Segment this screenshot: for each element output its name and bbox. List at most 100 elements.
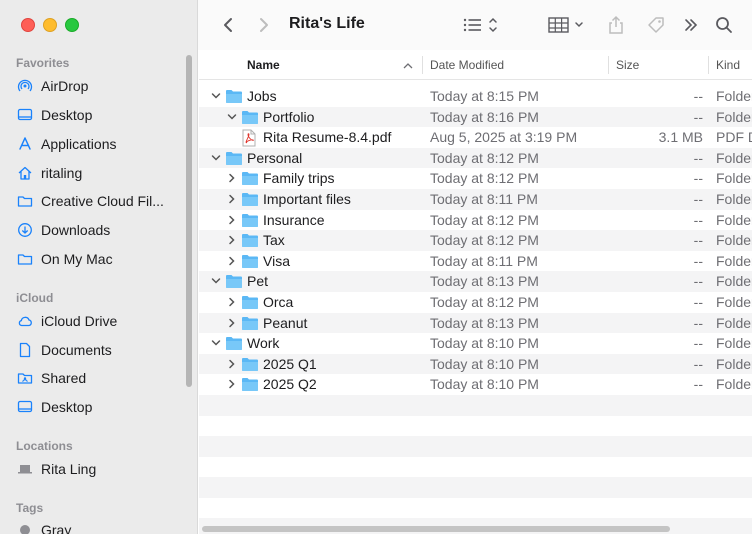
share-button[interactable] [605, 12, 627, 38]
file-kind: Folder [716, 211, 752, 228]
file-row[interactable]: Jobs Today at 8:15 PM -- Folder [199, 86, 752, 107]
zoom-window-button[interactable] [65, 18, 79, 32]
column-divider[interactable] [708, 56, 709, 74]
disclosure-open-icon[interactable] [227, 110, 237, 124]
minimize-window-button[interactable] [43, 18, 57, 32]
date-modified: Today at 8:12 PM [430, 232, 539, 249]
view-options-button[interactable] [462, 12, 502, 38]
desktop-icon [17, 107, 33, 123]
file-row[interactable]: 2025 Q2 Today at 8:10 PM -- Folder [199, 374, 752, 395]
column-divider[interactable] [422, 56, 423, 74]
finder-window: Favorites AirDrop Desktop Applications r… [0, 0, 752, 534]
folder-icon [241, 253, 259, 272]
sidebar-item-label: AirDrop [41, 78, 89, 94]
sidebar-item-icloud-desktop[interactable]: Desktop [17, 394, 187, 420]
sidebar-item-label: Creative Cloud Fil... [41, 193, 164, 209]
file-row[interactable]: Family trips Today at 8:12 PM -- Folder [199, 168, 752, 189]
search-button[interactable] [713, 12, 735, 38]
file-row[interactable]: Personal Today at 8:12 PM -- Folder [199, 147, 752, 169]
disclosure-open-icon[interactable] [211, 89, 221, 103]
file-row[interactable]: Portfolio Today at 8:16 PM -- Folder [199, 106, 752, 128]
disclosure-closed-icon[interactable] [227, 357, 237, 371]
date-modified: Today at 8:16 PM [430, 108, 539, 125]
file-name: Portfolio [263, 108, 315, 125]
file-row[interactable]: Orca Today at 8:12 PM -- Folder [199, 292, 752, 313]
group-button[interactable] [547, 12, 587, 38]
sidebar-item-airdrop[interactable]: AirDrop [17, 73, 187, 99]
column-name-header[interactable]: Name [247, 58, 280, 72]
file-kind: Folder [716, 252, 752, 269]
file-row[interactable]: 2025 Q1 Today at 8:10 PM -- Folder [199, 353, 752, 375]
file-name: Visa [263, 252, 290, 269]
more-toolbar-items-button[interactable] [682, 12, 700, 38]
file-name: 2025 Q1 [263, 355, 317, 372]
folder-icon [241, 315, 259, 334]
disclosure-open-icon[interactable] [211, 151, 221, 165]
sidebar-item-applications[interactable]: Applications [17, 131, 187, 157]
sidebar-scrollbar[interactable] [186, 55, 192, 387]
sidebar: Favorites AirDrop Desktop Applications r… [0, 0, 198, 534]
grid-group-icon [548, 17, 583, 33]
file-row[interactable]: Pet Today at 8:13 PM -- Folder [199, 271, 752, 292]
sidebar-item-desktop[interactable]: Desktop [17, 102, 187, 128]
disclosure-closed-icon[interactable] [227, 295, 237, 309]
file-name: Orca [263, 293, 294, 310]
column-date-header[interactable]: Date Modified [430, 58, 504, 72]
close-window-button[interactable] [21, 18, 35, 32]
file-kind: Folder [716, 335, 752, 352]
file-row[interactable]: Work Today at 8:10 PM -- Folder [199, 333, 752, 354]
sidebar-item-rita-ling[interactable]: Rita Ling [17, 456, 187, 482]
column-divider[interactable] [608, 56, 609, 74]
sidebar-item-downloads[interactable]: Downloads [17, 217, 187, 243]
disclosure-open-icon[interactable] [211, 274, 221, 288]
file-kind: Folder [716, 293, 752, 310]
disclosure-closed-icon[interactable] [227, 377, 237, 391]
folder-icon [241, 294, 259, 313]
sidebar-item-ritaling[interactable]: ritaling [17, 160, 187, 186]
sidebar-item-on-my-mac[interactable]: On My Mac [17, 246, 187, 272]
sidebar-item-label: Downloads [41, 222, 111, 238]
file-size: -- [693, 273, 703, 290]
sidebar-item-documents[interactable]: Documents [17, 337, 187, 363]
forward-button[interactable] [254, 12, 274, 38]
file-row[interactable]: Rita Resume-8.4.pdf Aug 5, 2025 at 3:19 P… [199, 127, 752, 148]
column-header: Name Date Modified Size Kind [199, 51, 752, 80]
file-row[interactable]: Insurance Today at 8:12 PM -- Folder [199, 210, 752, 231]
disclosure-closed-icon[interactable] [227, 171, 237, 185]
folder-icon [225, 150, 243, 169]
file-row[interactable]: Peanut Today at 8:13 PM -- Folder [199, 312, 752, 334]
list-view-icon [463, 17, 497, 33]
file-kind: Folder [716, 170, 752, 187]
file-name: Family trips [263, 170, 335, 187]
disclosure-closed-icon[interactable] [227, 192, 237, 206]
disclosure-closed-icon[interactable] [227, 213, 237, 227]
back-button[interactable] [218, 12, 238, 38]
window-title: Rita's Life [289, 15, 365, 32]
file-size: -- [693, 376, 703, 393]
disclosure-closed-icon[interactable] [227, 254, 237, 268]
sidebar-item-shared[interactable]: Shared [17, 365, 187, 391]
sidebar-item-tag-gray[interactable]: Gray [17, 517, 187, 534]
sidebar-item-icloud-drive[interactable]: iCloud Drive [17, 308, 187, 334]
column-kind-header[interactable]: Kind [716, 58, 740, 72]
tag-button[interactable] [645, 12, 667, 38]
cloud-icon [17, 313, 33, 329]
date-modified: Today at 8:10 PM [430, 335, 539, 352]
file-row[interactable]: Important files Today at 8:11 PM -- Folder [199, 188, 752, 210]
date-modified: Today at 8:11 PM [430, 252, 538, 269]
horizontal-scrollbar[interactable] [202, 526, 670, 532]
empty-row [199, 477, 752, 498]
file-kind: Folder [716, 88, 752, 104]
date-modified: Today at 8:12 PM [430, 293, 539, 310]
disclosure-closed-icon[interactable] [227, 233, 237, 247]
sidebar-item-creative-cloud-files[interactable]: Creative Cloud Fil... [17, 188, 187, 214]
column-size-header[interactable]: Size [616, 58, 639, 72]
folder-icon [225, 273, 243, 292]
disclosure-open-icon[interactable] [211, 336, 221, 350]
disclosure-closed-icon[interactable] [227, 316, 237, 330]
date-modified: Today at 8:11 PM [430, 190, 538, 207]
folder-icon [241, 212, 259, 231]
date-modified: Today at 8:12 PM [430, 149, 539, 166]
file-row[interactable]: Visa Today at 8:11 PM -- Folder [199, 251, 752, 272]
file-row[interactable]: Tax Today at 8:12 PM -- Folder [199, 230, 752, 251]
